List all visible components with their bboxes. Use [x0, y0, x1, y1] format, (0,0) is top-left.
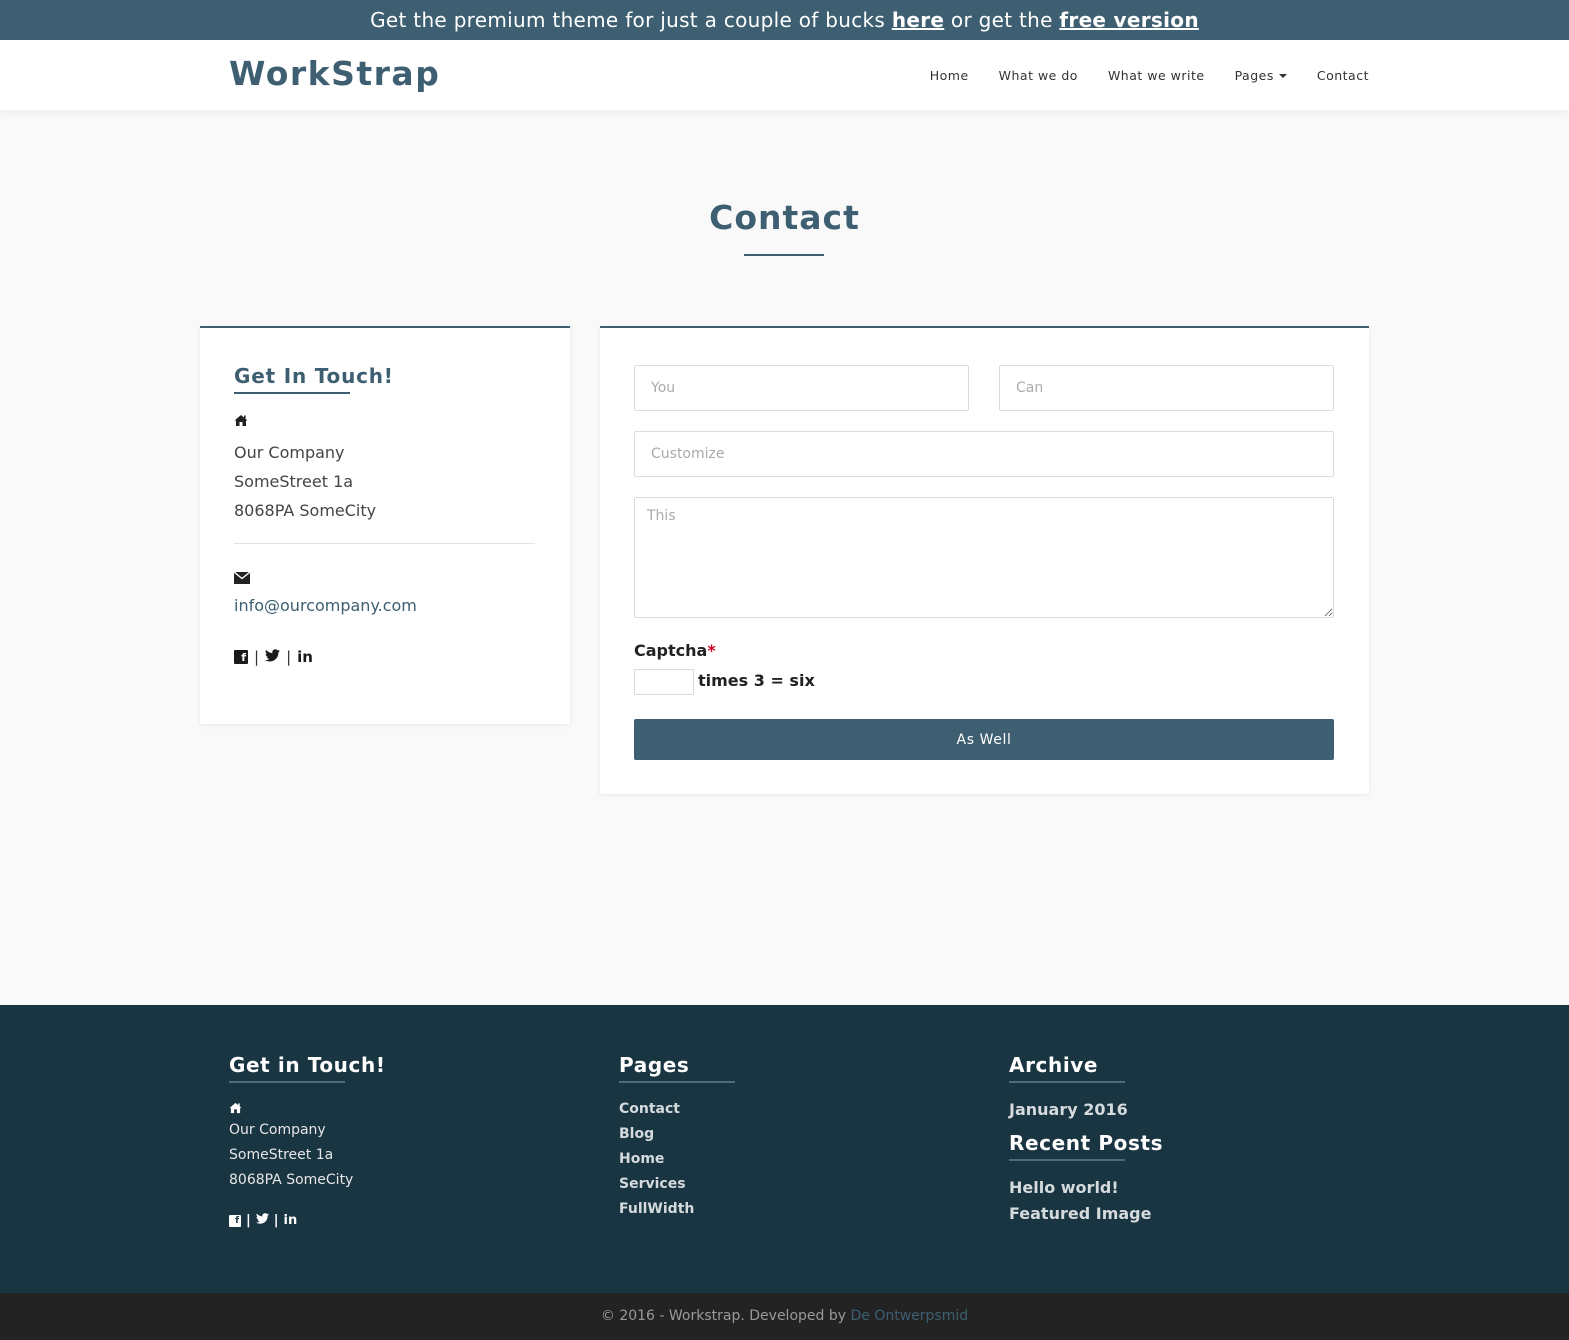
- footer-contact-heading: Get in Touch!: [229, 1053, 386, 1077]
- footer-heading-underline: [1009, 1081, 1125, 1083]
- promo-bar: Get the premium theme for just a couple …: [0, 0, 1569, 40]
- captcha-label: Captcha*: [634, 641, 716, 660]
- footer: Get in Touch! Our Company SomeStreet 1a …: [0, 1005, 1569, 1293]
- footer-col-pages: Pages Contact Blog Home Services FullWid…: [619, 1053, 735, 1222]
- footer-heading-underline: [1009, 1159, 1125, 1161]
- caret-down-icon: [1278, 74, 1287, 78]
- main-nav: Home What we do What we write Pages Cont…: [930, 40, 1369, 110]
- contact-form-card: Captcha* times 3 = six As Well: [600, 326, 1369, 794]
- brand-logo[interactable]: WorkStrap: [229, 54, 440, 93]
- required-asterisk: *: [707, 641, 716, 660]
- facebook-icon[interactable]: f: [229, 1214, 241, 1227]
- nav-item-what-we-do[interactable]: What we do: [999, 68, 1078, 83]
- promo-link-free-version[interactable]: free version: [1059, 8, 1198, 32]
- footer-link-blog[interactable]: Blog: [619, 1122, 735, 1147]
- captcha-label-text: Captcha: [634, 641, 708, 660]
- footer-link-home[interactable]: Home: [619, 1147, 735, 1172]
- submit-button[interactable]: As Well: [634, 719, 1334, 760]
- linkedin-icon[interactable]: in: [284, 1213, 298, 1228]
- copyright-text: © 2016 - Workstrap. Developed by: [600, 1308, 851, 1324]
- twitter-icon[interactable]: [265, 648, 281, 666]
- social-separator: |: [273, 1213, 279, 1228]
- nav-item-pages-label: Pages: [1234, 67, 1274, 83]
- footer-archive-january-2016[interactable]: January 2016: [1009, 1097, 1163, 1123]
- footer-recent-post-hello-world[interactable]: Hello world!: [1009, 1175, 1163, 1201]
- promo-text-middle: or get the: [944, 8, 1060, 32]
- contact-info-card: Get In Touch! Our Company SomeStreet 1a …: [200, 326, 570, 724]
- title-underline: [744, 254, 824, 256]
- footer-address-line-1: Our Company: [229, 1122, 326, 1138]
- footer-recent-post-featured-image[interactable]: Featured Image: [1009, 1201, 1163, 1227]
- contact-card-heading: Get In Touch!: [234, 364, 394, 388]
- nav-item-contact[interactable]: Contact: [1317, 68, 1369, 83]
- footer-link-contact[interactable]: Contact: [619, 1097, 735, 1122]
- envelope-icon: [233, 571, 251, 588]
- footer-heading-underline: [619, 1081, 735, 1083]
- contact-address-line-2: SomeStreet 1a: [234, 472, 354, 491]
- social-separator: |: [254, 648, 260, 666]
- captcha-input[interactable]: [634, 669, 694, 695]
- footer-address-line-2: SomeStreet 1a: [229, 1147, 334, 1163]
- nav-item-what-we-write[interactable]: What we write: [1108, 68, 1205, 83]
- social-separator: |: [246, 1213, 251, 1228]
- linkedin-icon[interactable]: in: [297, 648, 313, 666]
- footer-pages-list: Contact Blog Home Services FullWidth: [619, 1097, 735, 1222]
- nav-item-pages[interactable]: Pages: [1235, 68, 1287, 83]
- footer-link-fullwidth[interactable]: FullWidth: [619, 1197, 735, 1222]
- contact-address-line-1: Our Company: [234, 443, 345, 462]
- name-input[interactable]: [634, 365, 969, 411]
- nav-item-home[interactable]: Home: [930, 68, 969, 83]
- social-links: f | | in: [234, 648, 313, 666]
- contact-card-heading-underline: [234, 392, 350, 394]
- footer-address-line-3: 8068PA SomeCity: [229, 1172, 354, 1188]
- twitter-icon[interactable]: [255, 1213, 269, 1228]
- social-separator: |: [286, 648, 292, 666]
- footer-pages-heading: Pages: [619, 1053, 690, 1077]
- footer-link-services[interactable]: Services: [619, 1172, 735, 1197]
- facebook-icon[interactable]: f: [234, 650, 248, 664]
- footer-archive-heading: Archive: [1009, 1053, 1099, 1077]
- promo-link-here[interactable]: here: [892, 8, 944, 32]
- captcha-question: times 3 = six: [698, 671, 815, 690]
- copyright-bar: © 2016 - Workstrap. Developed by De Ontw…: [0, 1293, 1569, 1340]
- promo-text-before: Get the premium theme for just a couple …: [370, 8, 892, 32]
- home-icon: [234, 414, 248, 431]
- navbar: WorkStrap Home What we do What we write …: [0, 40, 1569, 110]
- footer-heading-underline: [229, 1081, 345, 1083]
- email-input[interactable]: [999, 365, 1334, 411]
- message-textarea[interactable]: [634, 497, 1334, 618]
- page-title: Contact: [709, 198, 860, 237]
- contact-email-link[interactable]: info@ourcompany.com: [234, 596, 417, 615]
- footer-col-archive: Archive January 2016 Recent Posts Hello …: [1009, 1053, 1163, 1227]
- contact-card-divider: [234, 543, 535, 544]
- footer-social-links: f | | in: [229, 1213, 386, 1228]
- footer-col-contact: Get in Touch! Our Company SomeStreet 1a …: [229, 1053, 386, 1228]
- home-icon: [229, 1099, 386, 1118]
- footer-recent-posts-heading: Recent Posts: [1009, 1131, 1164, 1155]
- developer-link[interactable]: De Ontwerpsmid: [850, 1308, 968, 1324]
- subject-input[interactable]: [634, 431, 1334, 477]
- contact-address-line-3: 8068PA SomeCity: [234, 501, 377, 520]
